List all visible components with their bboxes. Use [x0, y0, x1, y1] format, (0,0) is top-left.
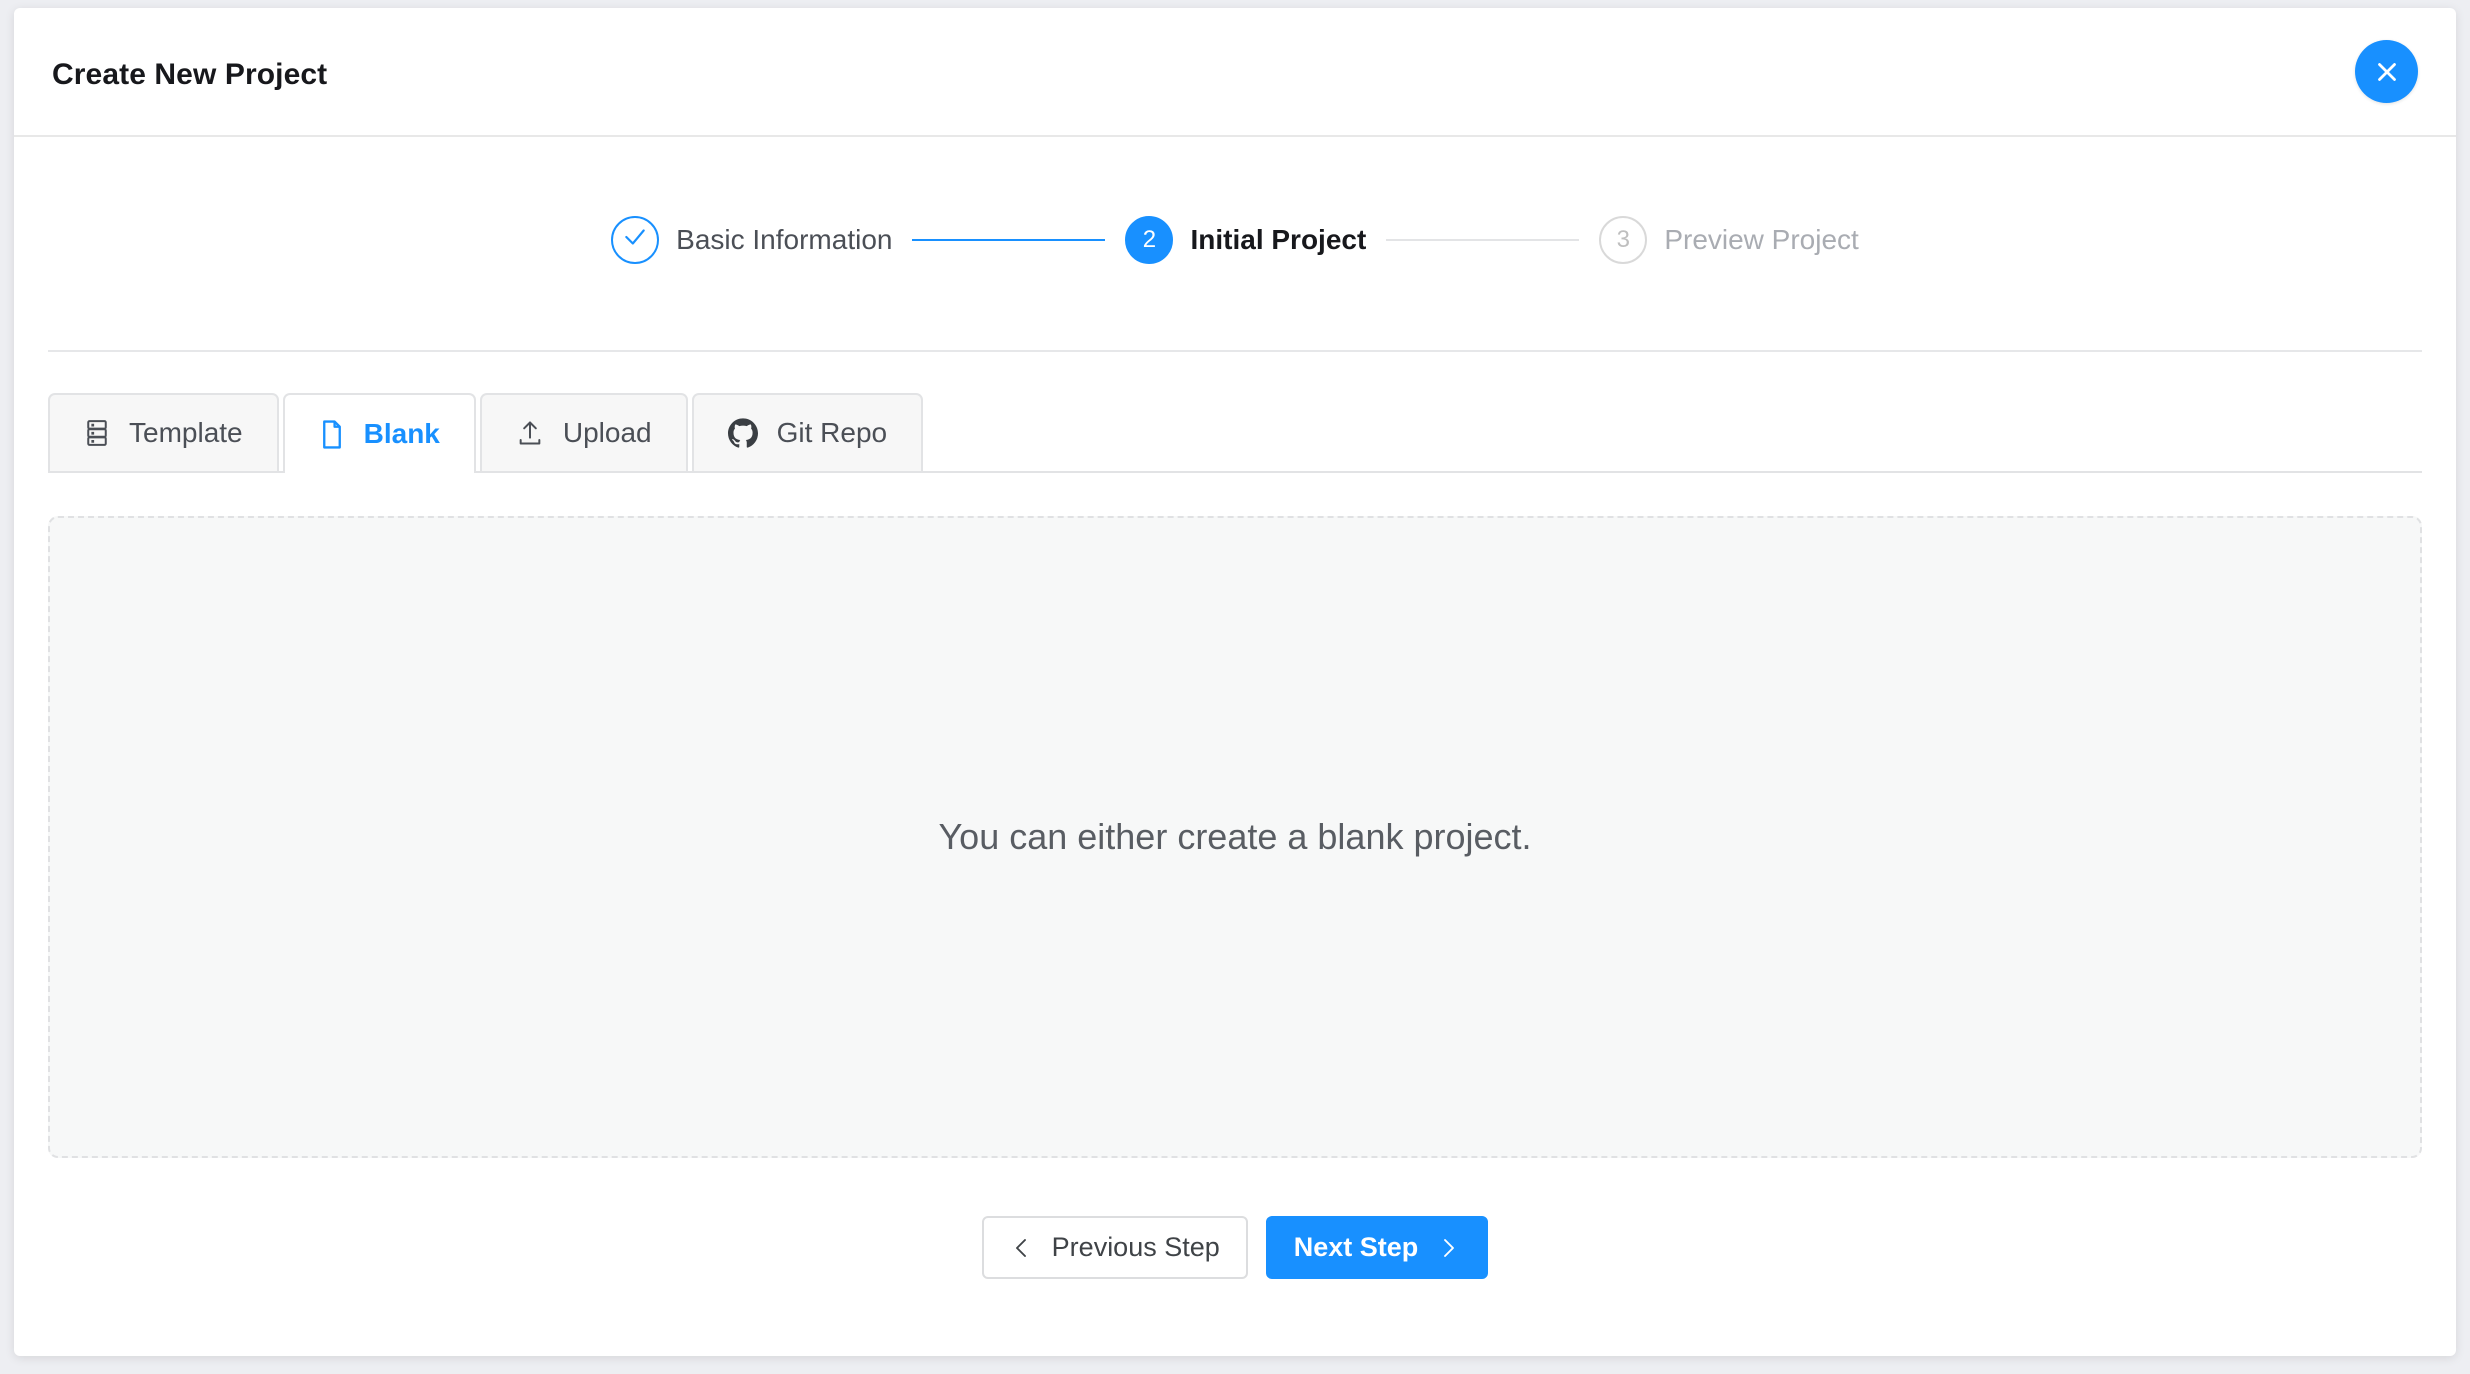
close-button[interactable]: [2355, 40, 2418, 103]
tab-blank[interactable]: Blank: [283, 393, 476, 473]
previous-step-label: Previous Step: [1052, 1232, 1220, 1263]
dialog-footer: Previous Step Next Step: [14, 1216, 2456, 1279]
step-2-label: Initial Project: [1190, 224, 1366, 256]
page-title: Create New Project: [52, 58, 327, 92]
check-icon: [622, 224, 648, 257]
create-project-dialog: Create New Project Basic Information: [14, 8, 2456, 1356]
tab-git-repo-label: Git Repo: [777, 417, 888, 449]
step-connector-2: [1386, 239, 1579, 241]
header-divider: [48, 350, 2422, 352]
file-icon: [319, 419, 345, 450]
github-icon: [728, 418, 758, 448]
step-indicator: Basic Information 2 Initial Project 3 Pr…: [14, 137, 2456, 343]
source-tabs: Template Blank Upload: [48, 395, 2422, 473]
tab-git-repo[interactable]: Git Repo: [692, 393, 924, 471]
step-basic-information[interactable]: Basic Information: [611, 216, 892, 264]
step-3-marker: 3: [1599, 216, 1647, 264]
step-1-label: Basic Information: [676, 224, 892, 256]
tab-upload[interactable]: Upload: [480, 393, 688, 471]
step-1-marker: [611, 216, 659, 264]
step-preview-project[interactable]: 3 Preview Project: [1599, 216, 1859, 264]
tab-template-label: Template: [129, 417, 243, 449]
blank-project-panel: You can either create a blank project.: [48, 516, 2422, 1158]
chevron-left-icon: [1010, 1236, 1034, 1260]
upload-icon: [516, 419, 544, 447]
close-icon: [2372, 57, 2402, 87]
next-step-label: Next Step: [1294, 1232, 1419, 1263]
previous-step-button[interactable]: Previous Step: [982, 1216, 1248, 1279]
tab-upload-label: Upload: [563, 417, 652, 449]
dialog-header: Create New Project: [14, 8, 2456, 137]
step-2-marker: 2: [1125, 216, 1173, 264]
step-3-label: Preview Project: [1664, 224, 1859, 256]
next-step-button[interactable]: Next Step: [1266, 1216, 1489, 1279]
panel-message: You can either create a blank project.: [938, 816, 1531, 858]
step-initial-project[interactable]: 2 Initial Project: [1125, 216, 1366, 264]
step-connector-1: [912, 239, 1105, 241]
tab-template[interactable]: Template: [48, 393, 279, 471]
tab-blank-label: Blank: [364, 418, 440, 450]
database-icon: [84, 418, 110, 448]
chevron-right-icon: [1436, 1236, 1460, 1260]
